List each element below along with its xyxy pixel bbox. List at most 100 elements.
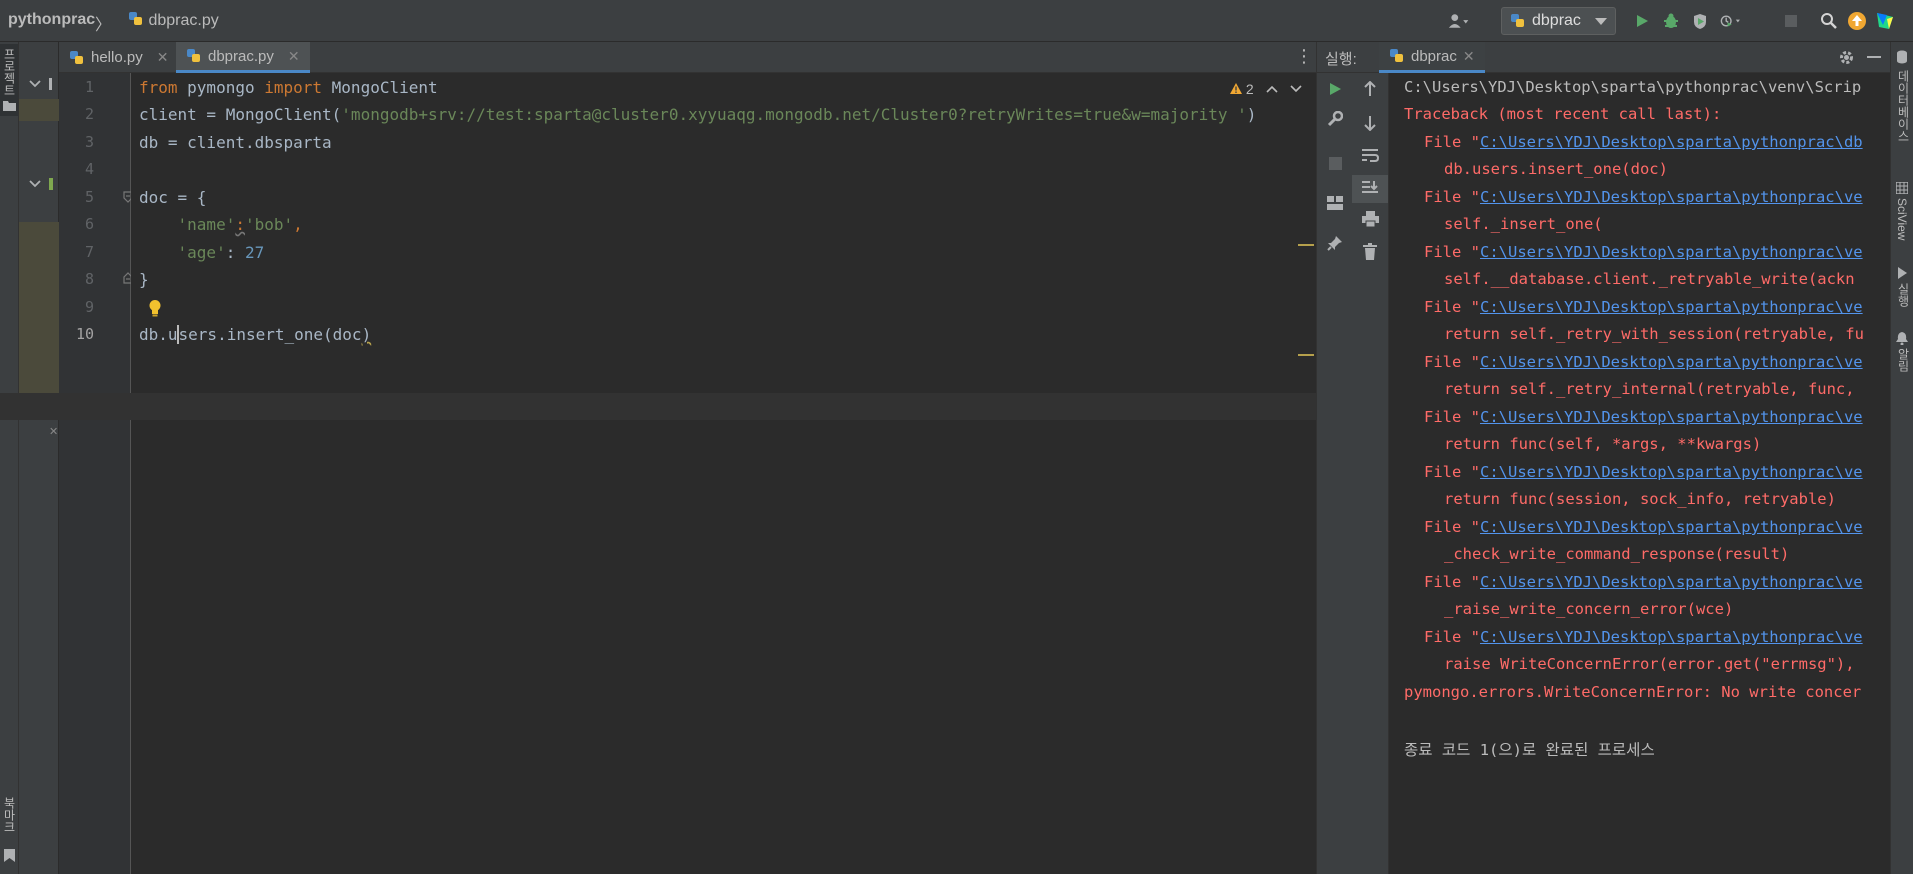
pin-icon[interactable]	[1317, 235, 1353, 256]
tree-node-marker	[49, 78, 52, 90]
traceback-file-line: File "C:\Users\YDJ\Desktop\sparta\python…	[1424, 463, 1863, 481]
table-icon	[1896, 182, 1908, 194]
line-number: 6	[84, 215, 94, 233]
run-configuration-selector[interactable]: dbprac	[1501, 7, 1616, 35]
print-icon[interactable]	[1352, 211, 1388, 232]
traceback-code-line: return self._retry_with_session(retryabl…	[1444, 325, 1864, 343]
profile-icon[interactable]	[1720, 10, 1742, 32]
traceback-file-link[interactable]: C:\Users\YDJ\Desktop\sparta\pythonprac\v…	[1480, 573, 1863, 591]
traceback-code-line: db.users.insert_one(doc)	[1444, 160, 1668, 178]
breadcrumb-file[interactable]: dbprac.py	[128, 11, 219, 30]
navigation-bar: pythonprac 〉 dbprac.py dbprac	[0, 0, 1913, 42]
coverage-icon[interactable]	[1689, 10, 1711, 32]
python-file-icon	[1390, 49, 1403, 62]
traceback-header: Traceback (most recent call last):	[1404, 105, 1722, 123]
code-line-10[interactable]: db.users.insert_one(doc)	[139, 325, 371, 344]
code-line-1[interactable]: from pymongo import MongoClient	[139, 78, 438, 97]
python-file-icon	[129, 12, 142, 25]
traceback-file-link[interactable]: C:\Users\YDJ\Desktop\sparta\pythonprac\v…	[1480, 463, 1863, 481]
close-icon[interactable]: ✕	[157, 49, 169, 66]
traceback-file-link[interactable]: C:\Users\YDJ\Desktop\sparta\pythonprac\v…	[1480, 353, 1863, 371]
line-number: 7	[84, 243, 94, 261]
tab-label: hello.py	[91, 49, 143, 66]
editor-tabs: hello.py ✕ dbprac.py ✕	[59, 42, 1316, 73]
traceback-file-link[interactable]: C:\Users\YDJ\Desktop\sparta\pythonprac\v…	[1480, 188, 1863, 206]
traceback-file-link[interactable]: C:\Users\YDJ\Desktop\sparta\pythonprac\v…	[1480, 243, 1863, 261]
traceback-file-link[interactable]: C:\Users\YDJ\Desktop\sparta\pythonprac\v…	[1480, 408, 1863, 426]
line-number: 9	[84, 298, 94, 316]
collapse-icon[interactable]	[29, 180, 41, 188]
gear-icon[interactable]	[1838, 49, 1855, 66]
breadcrumb-project[interactable]: pythonprac	[8, 11, 95, 29]
code-line-2[interactable]: client = MongoClient('mongodb+srv://test…	[139, 105, 1256, 124]
stop-icon[interactable]	[1317, 155, 1353, 175]
tab-dbprac-py[interactable]: dbprac.py ✕	[176, 42, 310, 73]
scroll-to-end-icon[interactable]	[1352, 175, 1388, 203]
close-icon[interactable]: ✕	[288, 48, 300, 65]
line-number: 1	[84, 78, 94, 96]
trash-icon[interactable]	[1352, 243, 1388, 265]
wrench-icon[interactable]	[1317, 110, 1353, 132]
tree-close-icon[interactable]: ✕	[49, 425, 58, 438]
jetbrains-icon[interactable]	[1874, 10, 1896, 32]
scrollbar-warning-mark[interactable]	[1298, 244, 1314, 246]
code-line-8[interactable]: }	[139, 270, 149, 289]
database-tool-window-button[interactable]: 데이터베이스	[1891, 50, 1913, 180]
project-tool-window-button[interactable]: 프로젝트	[0, 44, 18, 116]
warning-count: 2	[1245, 81, 1254, 97]
notifications-tool-window-button[interactable]: 알림	[1891, 332, 1913, 382]
project-tree-row-selected[interactable]	[19, 99, 59, 121]
traceback-file-link[interactable]: C:\Users\YDJ\Desktop\sparta\pythonprac\v…	[1480, 518, 1863, 536]
code-line-5[interactable]: doc = {	[139, 188, 206, 207]
rerun-icon[interactable]	[1317, 81, 1353, 101]
minimize-icon[interactable]	[1867, 56, 1881, 59]
tab-hello-py[interactable]: hello.py ✕	[59, 42, 178, 73]
run-console-output[interactable]: C:\Users\YDJ\Desktop\sparta\pythonprac\v…	[1389, 73, 1890, 874]
sciview-label: SciView	[1895, 198, 1909, 241]
arrow-up-icon[interactable]	[1352, 80, 1388, 102]
layout-icon[interactable]	[1317, 195, 1353, 215]
previous-highlight-icon[interactable]	[1266, 85, 1278, 93]
traceback-file-line: File "C:\Users\YDJ\Desktop\sparta\python…	[1424, 408, 1863, 426]
traceback-file-link[interactable]: C:\Users\YDJ\Desktop\sparta\pythonprac\d…	[1480, 133, 1863, 151]
code-editor[interactable]	[0, 73, 1316, 874]
more-options-icon[interactable]: ⋮	[1295, 46, 1313, 67]
close-icon[interactable]: ✕	[1463, 48, 1475, 65]
console-command-line: C:\Users\YDJ\Desktop\sparta\pythonprac\v…	[1404, 78, 1862, 96]
run-tool-window-button[interactable]: 실행	[1891, 267, 1913, 317]
traceback-file-link[interactable]: C:\Users\YDJ\Desktop\sparta\pythonprac\v…	[1480, 298, 1863, 316]
run-tab-dbprac[interactable]: dbprac ✕	[1379, 42, 1485, 73]
bookmarks-tool-window-button[interactable]: 북마크	[0, 797, 18, 867]
code-line-3[interactable]: db = client.dbsparta	[139, 133, 332, 152]
next-highlight-icon[interactable]	[1290, 85, 1302, 93]
line-number-current: 10	[75, 325, 94, 343]
collapse-icon[interactable]	[29, 80, 41, 88]
run-icon[interactable]	[1631, 10, 1653, 32]
update-icon[interactable]	[1846, 10, 1868, 32]
traceback-file-line: File "C:\Users\YDJ\Desktop\sparta\python…	[1424, 573, 1863, 591]
soft-wrap-icon[interactable]	[1352, 147, 1388, 168]
run-configuration-label: dbprac	[1532, 12, 1581, 29]
bookmarks-label: 북마크	[2, 797, 16, 833]
debug-icon[interactable]	[1660, 10, 1682, 32]
bell-icon	[1896, 332, 1908, 345]
run-toolbar-primary	[1316, 73, 1352, 874]
stop-icon[interactable]	[1780, 10, 1802, 32]
project-panel: ✕	[19, 42, 59, 874]
error-message-line: pymongo.errors.WriteConcernError: No wri…	[1404, 683, 1862, 701]
code-line-6[interactable]: 'name':'bob',	[139, 215, 303, 234]
traceback-file-link[interactable]: C:\Users\YDJ\Desktop\sparta\pythonprac\v…	[1480, 628, 1863, 646]
tab-label: dbprac.py	[208, 47, 274, 65]
arrow-down-icon[interactable]	[1352, 115, 1388, 136]
lightbulb-icon[interactable]	[148, 299, 162, 322]
line-number: 2	[84, 105, 94, 123]
search-icon[interactable]	[1818, 10, 1840, 32]
traceback-file-line: File "C:\Users\YDJ\Desktop\sparta\python…	[1424, 518, 1863, 536]
user-icon[interactable]	[1448, 10, 1470, 32]
scrollbar-warning-mark[interactable]	[1298, 354, 1314, 356]
code-line-7[interactable]: 'age': 27	[139, 243, 265, 262]
inspection-widget[interactable]: 2	[1230, 81, 1302, 97]
traceback-file-line: File "C:\Users\YDJ\Desktop\sparta\python…	[1424, 243, 1863, 261]
warning-indicator[interactable]: 2	[1230, 81, 1254, 97]
project-label: 프로젝트	[2, 48, 16, 96]
